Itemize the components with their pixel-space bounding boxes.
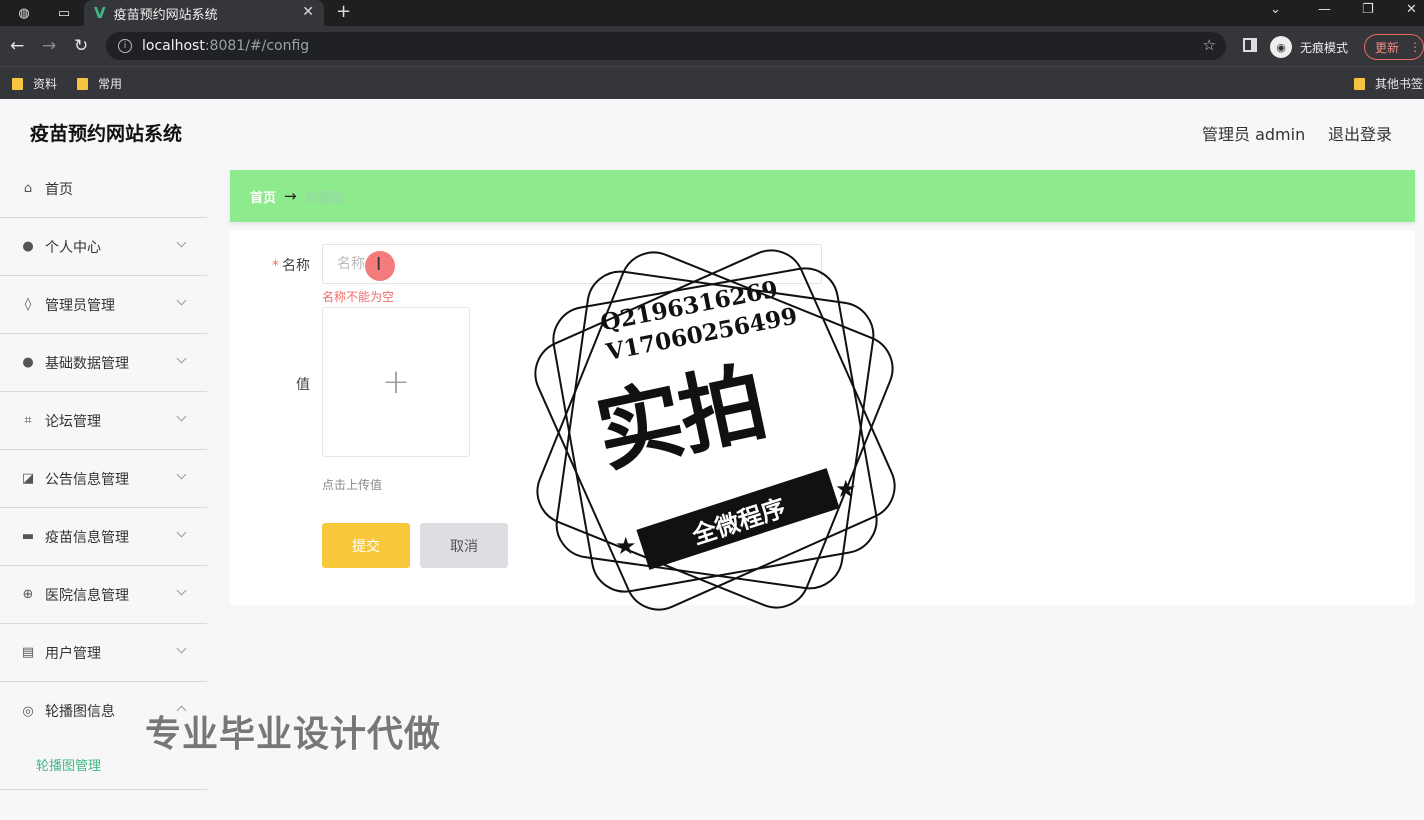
bookmark-folder[interactable]: 常用	[77, 75, 122, 92]
sidebar-item-label: 首页	[45, 181, 73, 198]
breadcrumb-home[interactable]: 首页	[250, 187, 276, 206]
sidebar-item-users[interactable]: ▤ 用户管理	[0, 624, 207, 682]
upload-hint: 点击上传值	[322, 478, 383, 492]
sidebar-item-label: 论坛管理	[45, 413, 101, 430]
home-icon: ⌂	[23, 181, 33, 196]
forward-icon[interactable]: →	[42, 36, 56, 56]
logout-link[interactable]: 退出登录	[1328, 121, 1392, 145]
sidebar-item-label: 医院信息管理	[45, 587, 129, 604]
value-label: 值	[296, 377, 310, 393]
sidebar-item-label: 基础数据管理	[45, 355, 129, 372]
bookmark-folder[interactable]: 资料	[12, 75, 57, 92]
globe-icon[interactable]: ◍	[14, 3, 34, 23]
back-icon[interactable]: ←	[10, 36, 24, 56]
close-window-icon[interactable]: ✕	[1406, 2, 1417, 17]
person-icon: ●	[22, 355, 34, 370]
submit-button[interactable]: 提交	[322, 523, 410, 568]
side-panel-icon[interactable]	[1243, 38, 1257, 52]
chevron-down-icon	[176, 353, 187, 364]
cancel-button[interactable]: 取消	[420, 523, 508, 568]
microphone-icon: ◊	[24, 297, 32, 312]
chevron-down-icon	[176, 295, 187, 306]
name-error: 名称不能为空	[322, 290, 395, 304]
target-icon: ⊕	[22, 587, 34, 602]
chevron-down-icon	[176, 469, 187, 480]
app-title: 疫苗预约网站系统	[30, 123, 183, 145]
incognito-label: 无痕模式	[1300, 40, 1349, 55]
sidebar-item-label: 疫苗信息管理	[45, 529, 129, 546]
chevron-down-icon	[176, 411, 187, 422]
sidebar-item-vaccines[interactable]: ▬ 疫苗信息管理	[0, 508, 207, 566]
window-icon[interactable]: ▭	[54, 3, 74, 23]
vue-logo-icon: V	[94, 4, 106, 22]
chevron-down-icon	[176, 237, 187, 248]
site-info-icon[interactable]: i	[118, 39, 132, 53]
more-icon[interactable]: ⋮	[1409, 40, 1421, 54]
plus-icon: +	[381, 362, 411, 402]
update-button[interactable]: 更新 ⋮	[1364, 34, 1424, 60]
sidebar-item-label: 个人中心	[45, 239, 101, 256]
monitor-icon: ▬	[21, 529, 35, 544]
sidebar-item-base-data[interactable]: ● 基础数据管理	[0, 334, 207, 392]
compass-icon: ◎	[22, 703, 34, 719]
user-icon: ●	[22, 239, 34, 254]
reload-icon[interactable]: ↻	[74, 36, 88, 56]
name-label: * 名称	[272, 255, 310, 275]
sidebar-item-label: 轮播图信息	[45, 704, 115, 720]
other-bookmarks-label: 其他书签	[1375, 77, 1424, 91]
sidebar-item-hospitals[interactable]: ⊕ 医院信息管理	[0, 566, 207, 624]
folder-icon	[1354, 77, 1365, 90]
crop-icon: ⌗	[24, 413, 32, 428]
folder-icon	[77, 77, 88, 90]
tab-close-icon[interactable]: ✕	[302, 4, 314, 20]
incognito-icon: ◉	[1270, 36, 1292, 58]
bookmark-label: 常用	[98, 77, 123, 91]
breadcrumb: 首页 → 轮播图	[230, 170, 1415, 222]
sidebar-item-label: 公告信息管理	[45, 471, 129, 488]
browser-tab-bar: ◍ ▭ V 疫苗预约网站系统 ✕ + ⌄ — ❐ ✕	[0, 0, 1424, 26]
sidebar-item-label: 管理员管理	[45, 297, 115, 314]
url-host: localhost	[142, 38, 205, 54]
breadcrumb-current: 轮播图	[304, 190, 344, 206]
app-header: 疫苗预约网站系统 管理员 admin 退出登录	[0, 99, 1424, 163]
address-bar[interactable]: i localhost:8081/#/config ☆	[106, 32, 1226, 60]
star-icon: ★	[615, 532, 637, 560]
star-icon: ★	[835, 475, 857, 503]
tab-title: 疫苗预约网站系统	[113, 7, 218, 23]
minimize-icon[interactable]: —	[1318, 2, 1331, 17]
required-asterisk: *	[272, 258, 279, 274]
chevron-down-icon	[176, 643, 187, 654]
other-bookmarks[interactable]: 其他书签	[1354, 75, 1423, 92]
bookmark-star-icon[interactable]: ☆	[1203, 36, 1216, 54]
watermark-stamp: Q2196316269 V17060256499 实拍 全微程序 ★ ★	[510, 230, 910, 630]
breadcrumb-separator: →	[284, 187, 297, 205]
bookmark-label: 资料	[33, 77, 58, 91]
tab-search-icon[interactable]: ⌄	[1270, 2, 1281, 17]
text-cursor-icon: I	[376, 254, 382, 275]
update-label: 更新	[1375, 40, 1400, 55]
sidebar-item-label: 用户管理	[45, 645, 101, 662]
promo-watermark: 专业毕业设计代做	[145, 714, 442, 755]
clipboard-icon: ▤	[21, 645, 35, 660]
chevron-down-icon	[176, 527, 187, 538]
url-path: :8081/#/config	[204, 38, 310, 54]
sidebar-item-forum[interactable]: ⌗ 论坛管理	[0, 392, 207, 450]
bookmarks-bar: 资料 常用 其他书签	[0, 66, 1424, 99]
folder-icon	[12, 77, 23, 90]
user-info: 管理员 admin	[1202, 125, 1306, 144]
new-tab-icon[interactable]: +	[336, 1, 351, 22]
sidebar-item-admins[interactable]: ◊ 管理员管理	[0, 276, 207, 334]
browser-toolbar: ← → ↻ i localhost:8081/#/config ☆ ◉ 无痕模式…	[0, 26, 1424, 66]
browser-tab-active[interactable]: V 疫苗预约网站系统 ✕	[84, 0, 324, 26]
chart-icon: ◪	[21, 471, 35, 486]
chevron-down-icon	[176, 585, 187, 596]
incognito-indicator[interactable]: ◉ 无痕模式	[1270, 36, 1348, 58]
sidebar-item-profile[interactable]: ● 个人中心	[0, 218, 207, 276]
restore-icon[interactable]: ❐	[1362, 2, 1374, 17]
sidebar: ⌂ 首页 ● 个人中心 ◊ 管理员管理 ● 基础数据管理 ⌗ 论坛管理 ◪ 公告…	[0, 160, 207, 790]
name-label-text: 名称	[282, 258, 310, 274]
sidebar-item-home[interactable]: ⌂ 首页	[0, 160, 207, 218]
sidebar-item-notices[interactable]: ◪ 公告信息管理	[0, 450, 207, 508]
image-upload[interactable]: +	[322, 307, 470, 457]
